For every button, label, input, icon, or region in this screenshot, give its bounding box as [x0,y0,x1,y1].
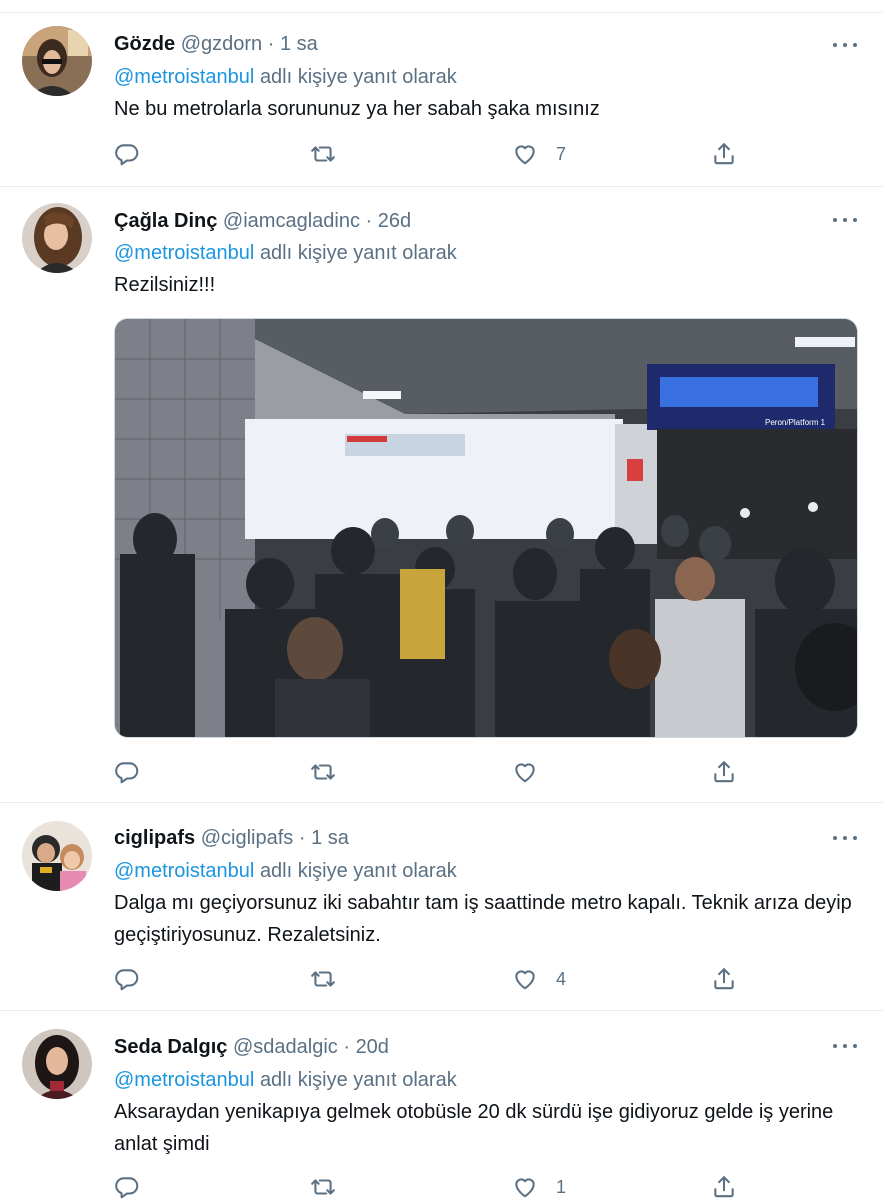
tweet-header: ciglipafs @ciglipafs · 1 sa [114,826,349,850]
avatar[interactable] [22,203,92,273]
user-handle[interactable]: @sdadalgic [233,1036,338,1058]
separator-dot: · [343,1036,350,1058]
retweet-icon [311,146,335,162]
heart-icon [515,763,535,783]
separator-dot: · [298,827,306,849]
tweet-actions: 1 [114,1172,754,1202]
tweet-text: Aksaraydan yenikapıya gelmek otobüsle 20… [114,1101,834,1155]
share-button[interactable] [711,139,737,169]
tweet-header: Gözde @gzdorn · 1 sa [114,32,318,56]
reply-icon [115,144,139,166]
reply-button[interactable] [114,139,140,169]
user-handle[interactable]: @ciglipafs [201,827,294,849]
tweet-header: Seda Dalgıç @sdadalgic · 20d [114,1035,389,1059]
tweet-photo[interactable]: Peron/Platform 1 [114,318,858,738]
retweet-icon [311,764,335,780]
timestamp[interactable]: 26d [378,210,411,232]
timestamp[interactable]: 1 sa [280,33,318,55]
retweet-button[interactable] [310,139,336,169]
retweet-button[interactable] [310,757,336,787]
like-button[interactable]: 4 [512,964,566,994]
separator-dot: · [267,33,275,55]
mention-link[interactable]: @metroistanbul [114,860,254,882]
like-button[interactable]: 1 [512,1172,566,1202]
reply-icon [115,969,139,991]
share-icon [714,143,734,165]
user-handle[interactable]: @gzdorn [181,33,262,55]
tweet-text: Dalga mı geçiyorsunuz iki sabahtır tam i… [114,892,852,946]
display-name[interactable]: Gözde [114,33,175,55]
replying-to: @metroistanbul adlı kişiye yanıt olarak [114,65,457,89]
more-icon[interactable] [833,40,857,50]
display-name[interactable]: Seda Dalgıç [114,1036,227,1058]
heart-icon [515,1178,535,1198]
retweet-icon [311,971,335,987]
like-count: 1 [556,1176,567,1197]
tweet-text: Ne bu metrolarla sorununuz ya her sabah … [114,98,600,120]
tweet-actions [114,757,754,787]
tweet-actions: 7 [114,139,754,169]
tweet[interactable]: Seda Dalgıç @sdadalgic · 20d @metroistan… [0,1011,883,1200]
tweet-text: Rezilsiniz!!! [114,274,216,296]
reply-icon [115,762,139,784]
user-handle[interactable]: @iamcagladinc [223,210,360,232]
replying-to-label: adlı kişiye yanıt olarak [259,860,457,882]
reply-button[interactable] [114,757,140,787]
retweet-button[interactable] [310,1172,336,1202]
like-button[interactable] [512,757,556,787]
avatar[interactable] [22,1029,92,1099]
replying-to: @metroistanbul adlı kişiye yanıt olarak [114,241,457,265]
avatar[interactable] [22,26,92,96]
heart-icon [515,970,535,990]
like-count: 4 [556,968,567,989]
mention-link[interactable]: @metroistanbul [114,1069,254,1091]
share-button[interactable] [711,757,737,787]
like-count: 7 [556,143,567,164]
timestamp[interactable]: 20d [356,1036,389,1058]
timestamp[interactable]: 1 sa [311,827,349,849]
tweet[interactable]: Gözde @gzdorn · 1 sa @metroistanbul adlı… [0,13,883,187]
separator-dot: · [365,210,373,232]
share-button[interactable] [711,964,737,994]
retweet-button[interactable] [310,964,336,994]
more-icon[interactable] [833,833,857,843]
display-name[interactable]: ciglipafs [114,827,195,849]
replying-to: @metroistanbul adlı kişiye yanıt olarak [114,1068,457,1092]
share-icon [714,968,734,990]
tweet[interactable]: Çağla Dinç @iamcagladinc · 26d @metroist… [0,187,883,803]
share-button[interactable] [711,1172,737,1202]
avatar[interactable] [22,821,92,891]
tweet-actions: 4 [114,964,754,994]
mention-link[interactable]: @metroistanbul [114,66,254,88]
replying-to: @metroistanbul adlı kişiye yanıt olarak [114,859,457,883]
replying-to-label: adlı kişiye yanıt olarak [259,1069,457,1091]
tweet-header: Çağla Dinç @iamcagladinc · 26d [114,209,411,233]
reply-icon [115,1177,139,1199]
reply-button[interactable] [114,964,140,994]
replying-to-label: adlı kişiye yanıt olarak [259,242,457,264]
more-icon[interactable] [833,1041,857,1051]
share-icon [714,761,734,783]
platform-sign-text: Peron/Platform 1 [765,418,826,427]
replying-to-label: adlı kişiye yanıt olarak [259,66,457,88]
retweet-icon [311,1179,335,1195]
more-icon[interactable] [833,215,857,225]
mention-link[interactable]: @metroistanbul [114,242,254,264]
tweet[interactable]: ciglipafs @ciglipafs · 1 sa @metroistanb… [0,803,883,1011]
like-button[interactable]: 7 [512,139,566,169]
display-name[interactable]: Çağla Dinç [114,210,217,232]
reply-button[interactable] [114,1172,140,1202]
heart-icon [515,145,535,165]
share-icon [714,1176,734,1198]
